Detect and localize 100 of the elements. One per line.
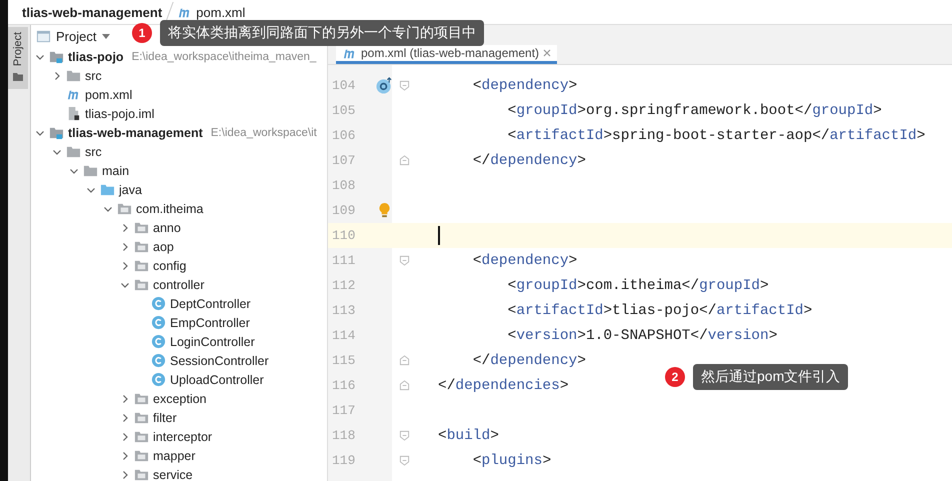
annotation-tooltip: 将实体类抽离到同路面下的另外一个专门的项目中 xyxy=(160,20,484,46)
module-folder-icon xyxy=(49,49,64,64)
folder-icon xyxy=(66,68,81,83)
caret-icon xyxy=(102,34,110,38)
folder-icon xyxy=(12,71,24,83)
tree-item-label[interactable]: exception xyxy=(153,392,207,406)
line-number: 107 xyxy=(331,152,356,170)
line-number: 117 xyxy=(331,402,356,420)
folder-icon xyxy=(117,201,132,216)
folder-icon xyxy=(66,144,81,159)
line-number: 119 xyxy=(331,452,356,470)
module-folder-icon xyxy=(49,125,64,140)
project-tool-tab[interactable]: Project xyxy=(8,27,28,89)
class-icon xyxy=(151,315,166,330)
tree-item-label[interactable]: interceptor xyxy=(153,430,212,444)
line-number: 118 xyxy=(331,427,356,445)
line-number: 112 xyxy=(331,277,356,295)
tree-item-label[interactable]: mapper xyxy=(153,448,196,462)
class-icon xyxy=(151,353,166,368)
chevron-right-icon[interactable] xyxy=(120,470,130,480)
chevron-right-icon[interactable] xyxy=(120,432,130,442)
code-line: <groupId>org.springframework.boot</groupId> xyxy=(506,102,882,118)
folder-icon xyxy=(134,429,149,444)
tree-item-label[interactable]: config xyxy=(153,258,186,272)
chevron-right-icon[interactable] xyxy=(120,260,130,270)
tree-item-label[interactable]: tlias-pojo xyxy=(68,50,124,64)
tree-item-label[interactable]: main xyxy=(102,164,130,178)
tree-item-label[interactable]: java xyxy=(119,182,142,196)
tree-item-label[interactable]: com.itheima xyxy=(136,202,204,216)
code-line: <artifactId>spring-boot-starter-aop</artifactId> xyxy=(506,128,926,144)
tree-item-label[interactable]: controller xyxy=(153,278,204,292)
class-icon xyxy=(151,372,166,387)
tree-item-label[interactable]: UploadController xyxy=(170,372,264,386)
line-number: 110 xyxy=(331,227,356,245)
line-number: 113 xyxy=(331,302,356,320)
breadcrumb-item[interactable]: tlias-web-management xyxy=(22,4,162,20)
module-path: E:\idea_workspace\it xyxy=(210,126,317,138)
annotation-tooltip: 然后通过pom文件引入 xyxy=(693,364,848,390)
file-icon xyxy=(66,106,81,121)
folder-icon xyxy=(100,182,115,197)
tree-item-label[interactable]: DeptController xyxy=(170,296,251,310)
chevron-right-icon[interactable] xyxy=(52,70,62,80)
project-view-dropdown[interactable]: Project xyxy=(56,28,110,44)
step-number-badge: 1 xyxy=(132,23,152,43)
chevron-right-icon[interactable] xyxy=(120,412,130,422)
chevron-right-icon[interactable] xyxy=(120,242,130,252)
line-number: 105 xyxy=(331,102,356,120)
chevron-right-icon[interactable] xyxy=(120,450,130,460)
tree-item-label[interactable]: aop xyxy=(153,240,174,254)
tree-item-label[interactable]: tlias-pojo.iml xyxy=(85,106,154,120)
line-number: 115 xyxy=(331,352,356,370)
line-number: 109 xyxy=(331,202,356,220)
code-line: <dependency> xyxy=(472,78,578,94)
tree-item-label[interactable]: pom.xml xyxy=(85,88,132,102)
class-icon xyxy=(151,296,166,311)
tree-item-label[interactable]: anno xyxy=(153,220,181,234)
line-number: 106 xyxy=(331,127,356,145)
tree-item-label[interactable]: src xyxy=(85,144,102,158)
folder-icon xyxy=(134,277,149,292)
tree-item-label[interactable]: service xyxy=(153,468,193,481)
code-line: </dependencies> xyxy=(438,378,569,394)
chevron-right-icon[interactable] xyxy=(120,394,130,404)
folder-icon xyxy=(134,410,149,425)
code-line: <plugins> xyxy=(472,452,552,468)
fold-start-icon[interactable] xyxy=(399,455,410,466)
close-icon[interactable] xyxy=(543,49,552,57)
code-line: <dependency> xyxy=(472,252,578,268)
tree-item-label[interactable]: EmpController xyxy=(170,316,250,330)
folder-icon xyxy=(83,163,98,178)
code-line: <build> xyxy=(438,428,499,444)
chevron-right-icon[interactable] xyxy=(120,222,130,232)
code-line: <artifactId>tlias-pojo</artifactId> xyxy=(506,302,812,318)
breadcrumb-item[interactable]: pom.xml xyxy=(196,4,246,20)
override-icon[interactable] xyxy=(376,77,392,94)
folder-icon xyxy=(134,448,149,463)
folder-icon xyxy=(134,239,149,254)
line-number: 104 xyxy=(331,77,356,95)
line-number: 116 xyxy=(331,377,356,395)
line-number: 108 xyxy=(331,177,356,195)
tree-item-label[interactable]: src xyxy=(85,68,102,82)
folder-icon xyxy=(134,220,149,235)
code-line: <version>1.0-SNAPSHOT</version> xyxy=(506,328,778,344)
code-line: </dependency> xyxy=(472,152,586,168)
project-view-icon xyxy=(36,28,51,44)
code-line: <groupId>com.itheima</groupId> xyxy=(506,278,769,294)
folder-icon xyxy=(134,467,149,481)
folder-icon xyxy=(134,258,149,273)
code-line: </dependency> xyxy=(472,352,586,368)
editor-tab[interactable]: pom.xml (tlias-web-management) xyxy=(336,45,558,64)
fold-start-icon[interactable] xyxy=(399,255,410,266)
tree-item-label[interactable]: LoginController xyxy=(170,334,255,348)
line-number: 114 xyxy=(331,327,356,345)
text-cursor xyxy=(438,226,440,245)
fold-start-icon[interactable] xyxy=(399,80,410,91)
class-icon xyxy=(151,334,166,349)
tree-item-label[interactable]: tlias-web-management xyxy=(68,126,203,140)
fold-start-icon[interactable] xyxy=(399,430,410,441)
module-path: E:\idea_workspace\itheima_maven_ xyxy=(132,50,316,62)
tree-item-label[interactable]: filter xyxy=(153,410,177,424)
tree-item-label[interactable]: SessionController xyxy=(170,354,269,368)
